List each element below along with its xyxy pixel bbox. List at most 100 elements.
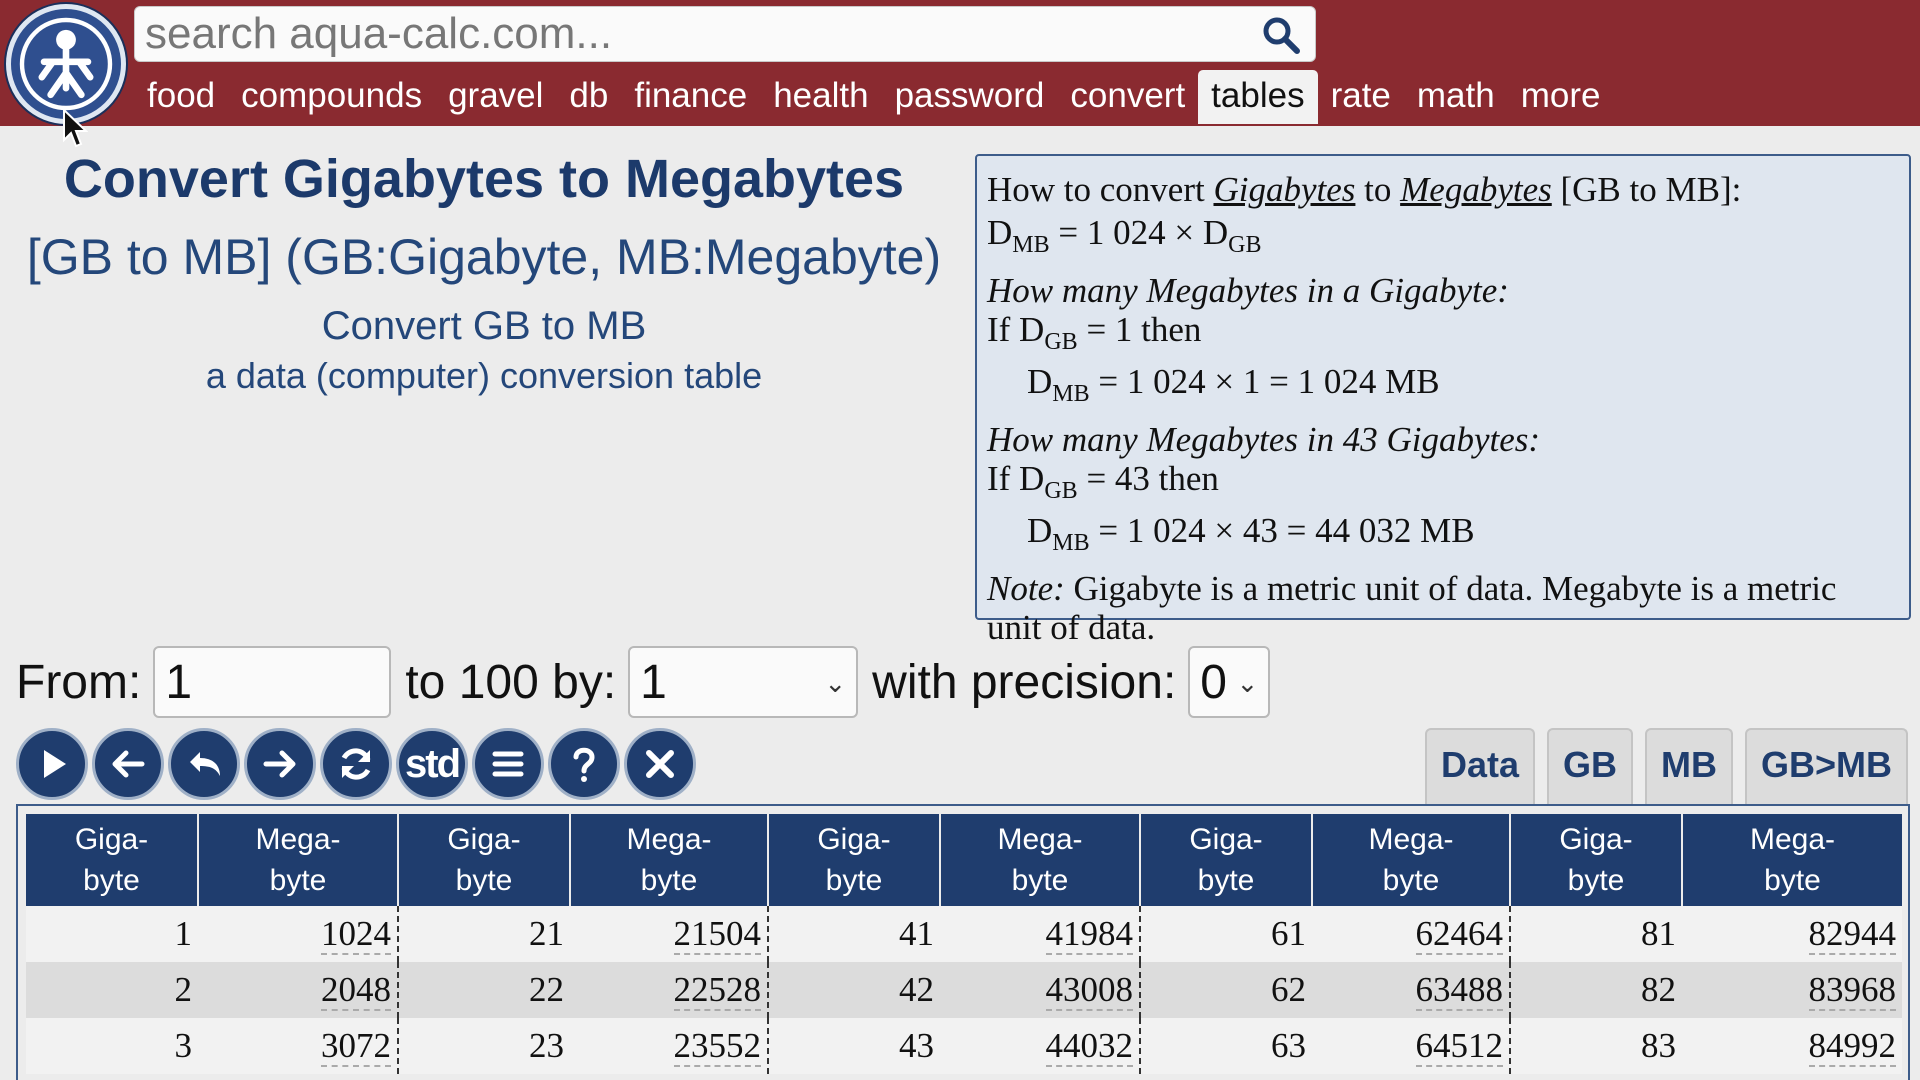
megabytes-link[interactable]: Megabytes [1400, 170, 1552, 209]
help-button[interactable] [548, 728, 620, 800]
formula-text: = 43 then [1077, 459, 1219, 498]
undo-button[interactable] [168, 728, 240, 800]
search-box[interactable] [134, 6, 1316, 62]
nav-item-db[interactable]: db [556, 70, 621, 124]
undo-icon [190, 752, 220, 776]
chevron-down-icon: ⌄ [824, 668, 847, 698]
nav-item-rate[interactable]: rate [1318, 70, 1404, 124]
column-header-megabyte: Mega-byte [940, 814, 1141, 906]
nav-item-password[interactable]: password [882, 70, 1058, 124]
column-header-megabyte: Mega-byte [1312, 814, 1511, 906]
formula-text: D [987, 213, 1013, 252]
nav-item-compounds[interactable]: compounds [228, 70, 435, 124]
table-cell: 43 [768, 1018, 940, 1074]
formula-result-1: DMB = 1 024 × 1 = 1 024 MB [987, 362, 1899, 414]
table-toolbar: std [16, 728, 700, 800]
from-input[interactable]: 1 [153, 646, 392, 718]
formula-question-1: How many Megabytes in a Gigabyte: [987, 271, 1509, 310]
close-icon [646, 750, 674, 778]
table-cell: 82 [1510, 962, 1682, 1018]
tab-data[interactable]: Data [1424, 728, 1535, 804]
table-cell: 44032 [940, 1018, 1141, 1074]
formula-condition-1: If DGB = 1 then [987, 310, 1899, 362]
formula-how-line: How to convert Gigabytes to Megabytes [G… [987, 170, 1899, 209]
formula-box: How to convert Gigabytes to Megabytes [G… [975, 154, 1911, 647]
nav-item-more[interactable]: more [1508, 70, 1614, 124]
nav-item-health[interactable]: health [760, 70, 881, 124]
formula-text: D [1027, 362, 1053, 401]
formula-text: D [1027, 511, 1053, 550]
close-button[interactable] [624, 728, 696, 800]
play-button[interactable] [16, 728, 88, 800]
precision-label: with precision: [872, 655, 1177, 709]
column-header-gigabyte: Giga-byte [1510, 814, 1683, 906]
formula-note: Note: Gigabyte is a metric unit of data.… [987, 569, 1899, 647]
std-label: std [405, 741, 461, 786]
table-cell: 82944 [1682, 906, 1902, 962]
table-cell: 3072 [198, 1018, 399, 1074]
tab-gb[interactable]: GB [1546, 728, 1633, 804]
unit-tabs: Data GB MB GB>MB [1413, 728, 1908, 804]
table-cell: 23552 [570, 1018, 769, 1074]
table-row: 1 1024 21 21504 41 41984 61 62464 81 829… [26, 906, 1902, 962]
site-header: food compounds gravel db finance health … [0, 0, 1920, 126]
formula-text: If D [987, 459, 1045, 498]
forward-button[interactable] [244, 728, 316, 800]
formula-condition-2: If DGB = 43 then [987, 459, 1899, 511]
formula-sub: MB [1052, 381, 1090, 407]
step-value: 1 [640, 655, 667, 709]
main-nav: food compounds gravel db finance health … [134, 70, 1613, 126]
question-icon [573, 747, 595, 782]
mouse-cursor-icon [63, 108, 88, 148]
note-label: Note: [987, 569, 1065, 608]
table-cell: 83 [1510, 1018, 1682, 1074]
formula-text: = 1 024 × 1 = 1 024 MB [1089, 362, 1440, 401]
step-select[interactable]: 1 ⌄ [628, 646, 859, 718]
table-cell: 3 [26, 1018, 198, 1074]
precision-select[interactable]: 0 ⌄ [1188, 646, 1271, 718]
back-button[interactable] [92, 728, 164, 800]
std-button[interactable]: std [396, 728, 468, 800]
tab-gb-to-mb[interactable]: GB>MB [1744, 728, 1908, 804]
nav-item-finance[interactable]: finance [621, 70, 760, 124]
column-header-megabyte: Mega-byte [198, 814, 399, 906]
table-cell: 41 [768, 906, 940, 962]
page-title: Convert Gigabytes to Megabytes [63, 149, 905, 209]
table-cell: 62 [1140, 962, 1312, 1018]
conversion-table: Giga-byte Mega-byte Giga-byte Mega-byte … [26, 814, 1902, 1074]
formula-sub: GB [1044, 478, 1078, 504]
table-cell: 21 [398, 906, 570, 962]
gigabytes-link[interactable]: Gigabytes [1213, 170, 1355, 209]
table-cell: 63488 [1312, 962, 1511, 1018]
table-cell: 84992 [1682, 1018, 1902, 1074]
nav-item-tables[interactable]: tables [1198, 70, 1318, 124]
formula-text: If D [987, 310, 1045, 349]
column-header-gigabyte: Giga-byte [1140, 814, 1313, 906]
formula-text: to [1364, 170, 1392, 209]
table-cell: 63 [1140, 1018, 1312, 1074]
refresh-button[interactable] [320, 728, 392, 800]
site-logo-icon[interactable] [6, 4, 126, 124]
table-cell: 42 [768, 962, 940, 1018]
table-cell: 22528 [570, 962, 769, 1018]
table-cell: 22 [398, 962, 570, 1018]
menu-button[interactable] [472, 728, 544, 800]
nav-item-gravel[interactable]: gravel [435, 70, 556, 124]
tab-mb[interactable]: MB [1644, 728, 1733, 804]
formula-equation: DMB = 1 024 × DGB [987, 213, 1899, 265]
column-header-megabyte: Mega-byte [1682, 814, 1902, 906]
page-subtitle: Convert GB to MB [321, 304, 647, 348]
nav-item-food[interactable]: food [134, 70, 228, 124]
table-cell: 1 [26, 906, 198, 962]
table-row: 3 3072 23 23552 43 44032 63 64512 83 849… [26, 1018, 1902, 1074]
nav-item-math[interactable]: math [1404, 70, 1508, 124]
column-header-gigabyte: Giga-byte [768, 814, 941, 906]
page-subtitle-units: [GB to MB] (GB:Gigabyte, MB:Megabyte) [26, 229, 942, 285]
search-icon[interactable] [1261, 15, 1301, 55]
table-cell: 83968 [1682, 962, 1902, 1018]
conversion-table-container: Giga-byte Mega-byte Giga-byte Mega-byte … [16, 804, 1910, 1080]
nav-item-convert[interactable]: convert [1057, 70, 1198, 124]
search-input[interactable] [145, 11, 1245, 57]
formula-question-2: How many Megabytes in 43 Gigabytes: [987, 420, 1541, 459]
formula-sub: GB [1044, 329, 1078, 355]
